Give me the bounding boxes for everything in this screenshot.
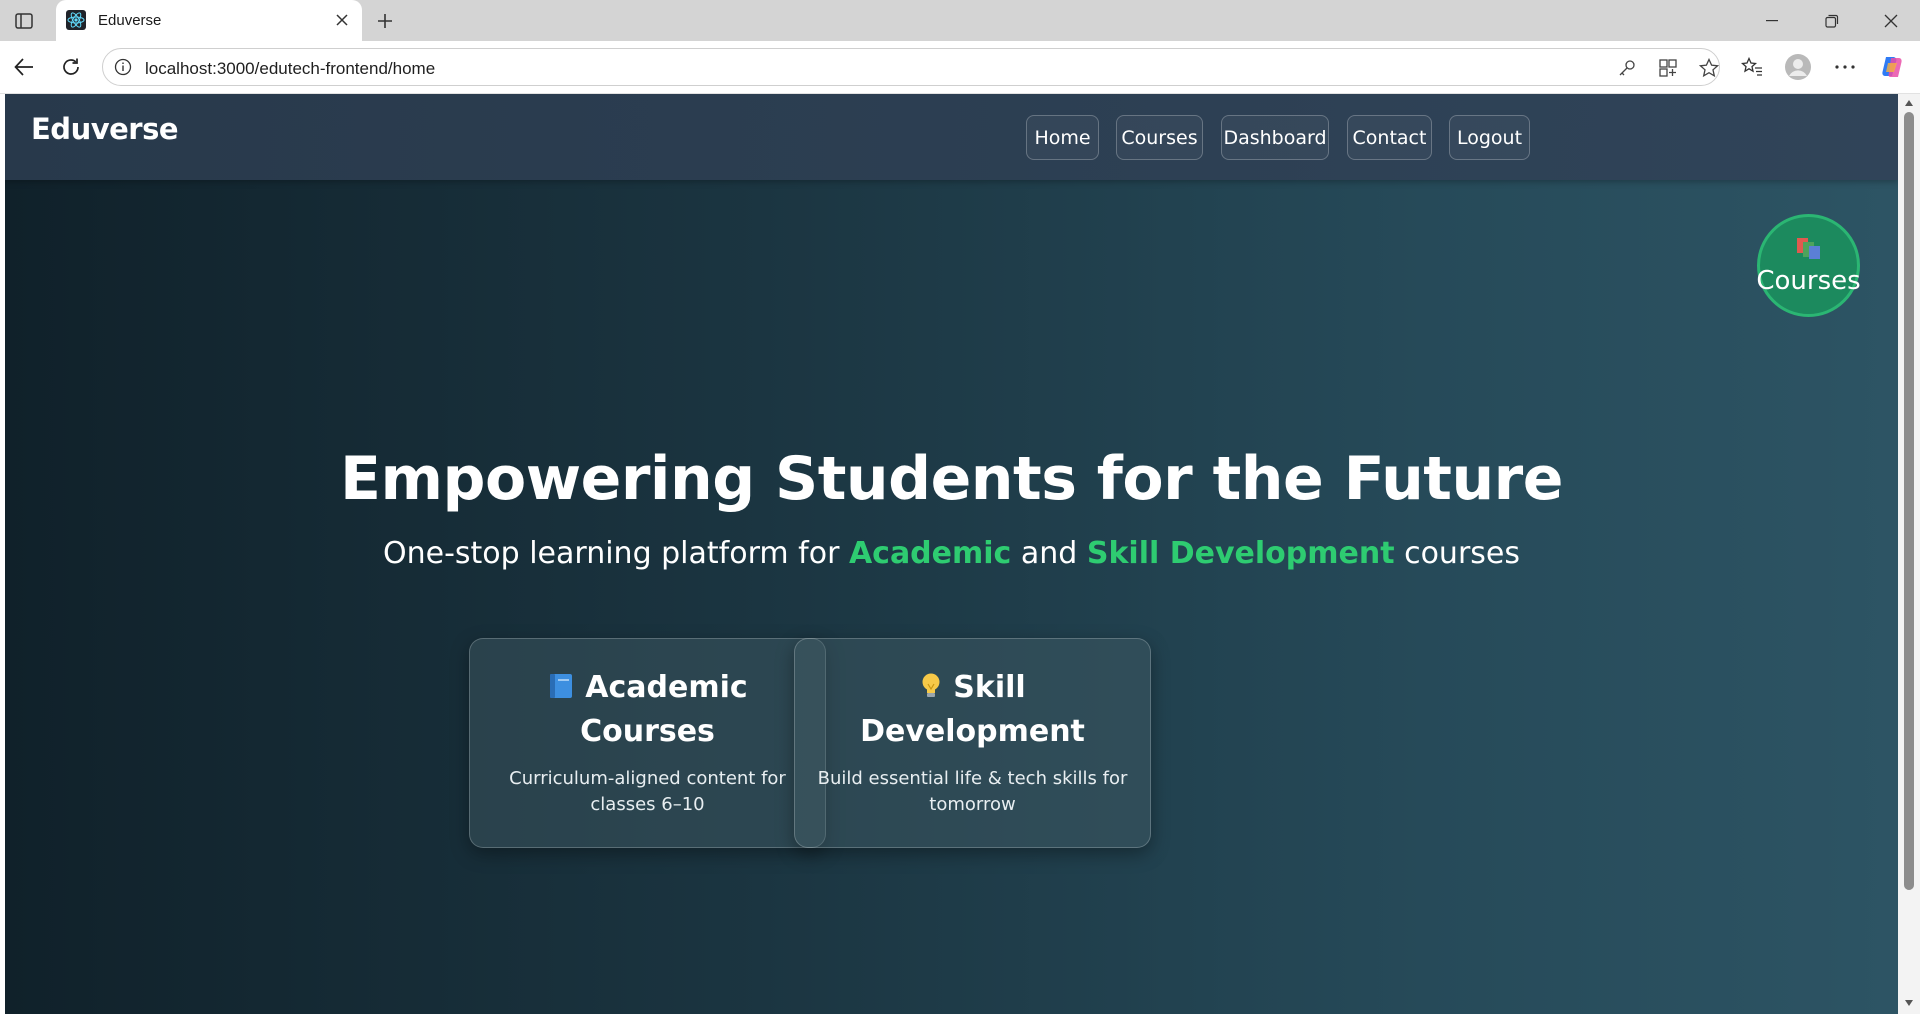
react-favicon-icon <box>66 10 86 30</box>
card-skill-development[interactable]: Skill Development Build essential life &… <box>794 638 1151 848</box>
nav-courses[interactable]: Courses <box>1116 115 1203 160</box>
floating-courses-label: Courses <box>1756 266 1861 296</box>
page-scrollbar[interactable] <box>1898 94 1920 1014</box>
page-viewport: Eduverse Home Courses Dashboard Contact … <box>5 94 1898 1014</box>
back-arrow-icon[interactable] <box>10 53 38 81</box>
browser-tab[interactable]: Eduverse <box>56 0 362 41</box>
floating-courses-button[interactable]: Courses <box>1756 214 1861 317</box>
address-url: localhost:3000/edutech-frontend/home <box>145 59 436 78</box>
blue-book-icon <box>547 670 575 711</box>
nav-logout[interactable]: Logout <box>1449 115 1530 160</box>
brand-logo[interactable]: Eduverse <box>31 112 179 146</box>
key-icon[interactable] <box>1615 56 1639 80</box>
window-close-icon[interactable] <box>1871 6 1911 36</box>
favorites-icon[interactable] <box>1738 53 1766 81</box>
reload-icon[interactable] <box>57 53 85 81</box>
lightbulb-icon <box>919 670 943 711</box>
subtitle-highlight-skill: Skill Development <box>1086 536 1395 571</box>
info-icon[interactable] <box>113 57 133 77</box>
minimize-icon[interactable] <box>1752 6 1792 36</box>
nav-dashboard[interactable]: Dashboard <box>1221 115 1329 160</box>
card-title: Skill Development <box>860 670 1085 749</box>
more-icon[interactable] <box>1831 53 1859 81</box>
tab-title: Eduverse <box>98 12 162 29</box>
address-bar[interactable]: localhost:3000/edutech-frontend/home <box>102 48 1720 86</box>
sidebar-toggle-icon[interactable] <box>12 9 36 33</box>
site-navbar: Eduverse Home Courses Dashboard Contact … <box>5 94 1898 180</box>
nav-contact[interactable]: Contact <box>1347 115 1432 160</box>
star-icon[interactable] <box>1697 56 1721 80</box>
card-description: Build essential life & tech skills for t… <box>817 768 1128 815</box>
profile-icon[interactable] <box>1784 53 1812 81</box>
subtitle-text: One-stop learning platform for <box>382 536 849 571</box>
card-title: Academic Courses <box>470 667 825 752</box>
books-icon <box>1795 235 1823 266</box>
hero-title: Empowering Students for the Future <box>340 444 1563 514</box>
browser-toolbar: localhost:3000/edutech-frontend/home <box>0 41 1920 94</box>
hero-subtitle: One-stop learning platform for Academic … <box>5 536 1898 571</box>
nav-home[interactable]: Home <box>1026 115 1099 160</box>
subtitle-highlight-academic: Academic <box>848 536 1012 571</box>
subtitle-text: and <box>1011 536 1087 571</box>
card-academic-courses[interactable]: Academic Courses Curriculum-aligned cont… <box>469 638 826 848</box>
scroll-down-icon[interactable] <box>1904 998 1914 1008</box>
scrollbar-thumb[interactable] <box>1904 112 1914 890</box>
apps-icon[interactable] <box>1656 56 1680 80</box>
browser-tab-bar: Eduverse <box>0 0 1920 41</box>
restore-icon[interactable] <box>1812 6 1852 36</box>
close-icon[interactable] <box>332 10 352 30</box>
scroll-up-icon[interactable] <box>1904 98 1914 108</box>
card-description: Curriculum-aligned content for classes 6… <box>509 768 786 815</box>
copilot-icon[interactable] <box>1878 53 1906 81</box>
subtitle-text: courses <box>1394 536 1520 571</box>
plus-icon[interactable] <box>372 8 398 34</box>
